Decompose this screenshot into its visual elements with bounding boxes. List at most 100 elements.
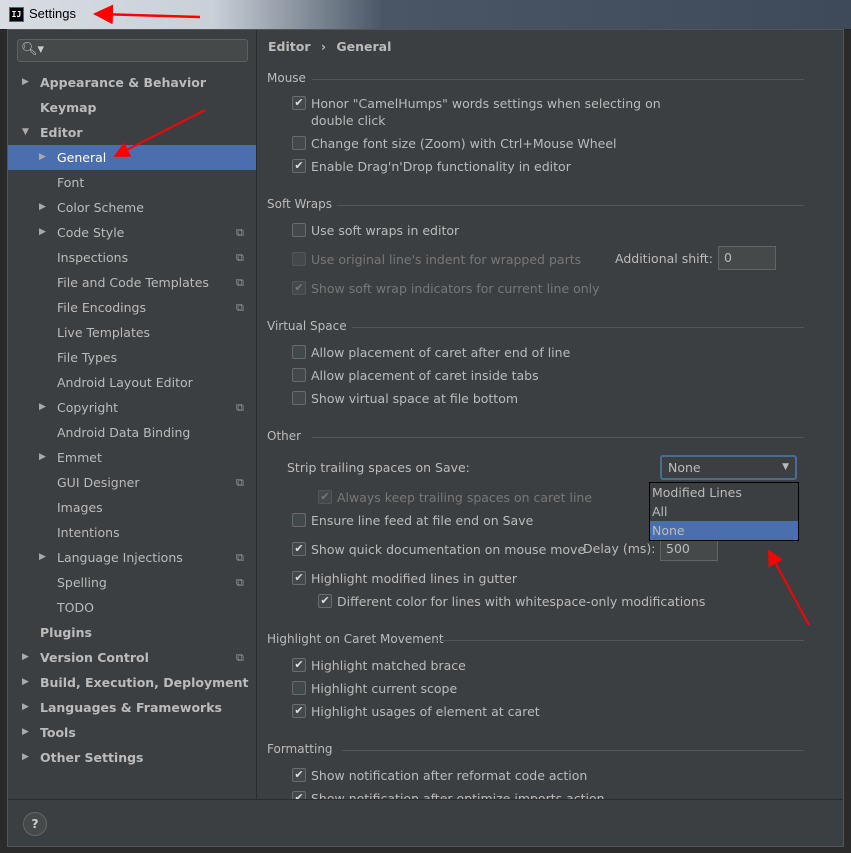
collapsed-arrow-icon[interactable]: ▶: [39, 545, 46, 570]
sidebar-item-todo[interactable]: TODO: [8, 595, 256, 620]
search-icon: 🔍︎▾: [21, 42, 45, 57]
checkbox-checked[interactable]: ✔: [318, 594, 332, 608]
sidebar-item-label: Tools: [40, 725, 76, 740]
sidebar-item-file-and-code-templates[interactable]: File and Code Templates ⧉: [8, 270, 256, 295]
expanded-arrow-icon[interactable]: ▼: [22, 120, 29, 145]
sidebar-item-label: Copyright: [57, 400, 119, 415]
option-label: Highlight usages of element at caret: [311, 704, 540, 719]
project-settings-icon: ⧉: [236, 651, 244, 664]
section-divider: [352, 327, 804, 328]
checkbox-unchecked[interactable]: [292, 345, 306, 359]
checkbox-checked[interactable]: ✔: [292, 791, 306, 799]
option-label: Highlight modified lines in gutter: [311, 571, 518, 586]
checkbox-checked[interactable]: ✔: [292, 658, 306, 672]
bottom-bar: ?: [8, 799, 843, 846]
checkbox-unchecked[interactable]: [292, 368, 306, 382]
checkbox-checked[interactable]: ✔: [292, 281, 306, 295]
sidebar-item-font[interactable]: Font: [8, 170, 256, 195]
checkbox-unchecked[interactable]: [292, 136, 306, 150]
checkbox-unchecked[interactable]: [292, 391, 306, 405]
project-settings-icon: ⧉: [236, 551, 244, 564]
section-soft-wraps: Soft Wraps: [267, 197, 332, 211]
collapsed-arrow-icon[interactable]: ▶: [39, 395, 46, 420]
section-divider: [337, 205, 804, 206]
sidebar-item-inspections[interactable]: Inspections ⧉: [8, 245, 256, 270]
sidebar-item-android-layout-editor[interactable]: Android Layout Editor: [8, 370, 256, 395]
checkbox-unchecked[interactable]: [292, 681, 306, 695]
collapsed-arrow-icon[interactable]: ▶: [22, 70, 29, 95]
additional-shift-input[interactable]: 0: [718, 246, 776, 270]
checkbox-unchecked[interactable]: [292, 513, 306, 527]
collapsed-arrow-icon[interactable]: ▶: [22, 670, 29, 695]
sidebar-item-label: Plugins: [40, 625, 92, 640]
sidebar-item-version-control[interactable]: ▶ Version Control ⧉: [8, 645, 256, 670]
checkbox-checked[interactable]: ✔: [292, 768, 306, 782]
sidebar-item-gui-designer[interactable]: GUI Designer ⧉: [8, 470, 256, 495]
sidebar-item-label: Intentions: [57, 525, 120, 540]
sidebar-item-label: File and Code Templates: [57, 275, 209, 290]
option-label: Allow placement of caret inside tabs: [311, 368, 539, 383]
sidebar-item-android-data-binding[interactable]: Android Data Binding: [8, 420, 256, 445]
sidebar-item-tools[interactable]: ▶ Tools: [8, 720, 256, 745]
collapsed-arrow-icon[interactable]: ▶: [39, 145, 46, 170]
dropdown-option-none[interactable]: None: [650, 521, 798, 540]
collapsed-arrow-icon[interactable]: ▶: [39, 195, 46, 220]
sidebar-item-plugins[interactable]: Plugins: [8, 620, 256, 645]
sidebar-item-file-types[interactable]: File Types: [8, 345, 256, 370]
option-label: Change font size (Zoom) with Ctrl+Mouse …: [311, 136, 617, 151]
section-virtual-space: Virtual Space: [267, 319, 347, 333]
sidebar-item-languages-frameworks[interactable]: ▶ Languages & Frameworks: [8, 695, 256, 720]
project-settings-icon: ⧉: [236, 401, 244, 414]
section-formatting: Formatting: [267, 742, 333, 756]
sidebar-item-editor[interactable]: ▼ Editor: [8, 120, 256, 145]
checkbox-checked[interactable]: ✔: [292, 96, 306, 110]
dropdown-option-modified-lines[interactable]: Modified Lines: [650, 483, 798, 502]
collapsed-arrow-icon[interactable]: ▶: [22, 745, 29, 770]
sidebar-item-label: Emmet: [57, 450, 102, 465]
collapsed-arrow-icon[interactable]: ▶: [39, 220, 46, 245]
option-label: Allow placement of caret after end of li…: [311, 345, 571, 360]
sidebar-item-appearance-behavior[interactable]: ▶ Appearance & Behavior: [8, 70, 256, 95]
help-button[interactable]: ?: [23, 812, 47, 836]
sidebar-item-intentions[interactable]: Intentions: [8, 520, 256, 545]
sidebar-item-label: Build, Execution, Deployment: [40, 675, 249, 690]
sidebar-item-keymap[interactable]: Keymap: [8, 95, 256, 120]
project-settings-icon: ⧉: [236, 576, 244, 589]
checkbox-checked[interactable]: ✔: [292, 571, 306, 585]
search-input[interactable]: 🔍︎▾: [17, 39, 248, 62]
checkbox-checked[interactable]: ✔: [292, 159, 306, 173]
sidebar-item-other-settings[interactable]: ▶ Other Settings: [8, 745, 256, 770]
checkbox-checked[interactable]: ✔: [318, 490, 332, 504]
strip-trailing-combo[interactable]: None ▼: [660, 455, 797, 480]
dropdown-option-all[interactable]: All: [650, 502, 798, 521]
sidebar-item-color-scheme[interactable]: ▶ Color Scheme: [8, 195, 256, 220]
sidebar-item-code-style[interactable]: ▶ Code Style ⧉: [8, 220, 256, 245]
sidebar-item-language-injections[interactable]: ▶ Language Injections ⧉: [8, 545, 256, 570]
option-label: Show virtual space at file bottom: [311, 391, 519, 406]
sidebar-item-label: Editor: [40, 125, 83, 140]
checkbox-unchecked[interactable]: [292, 223, 306, 237]
sidebar-item-emmet[interactable]: ▶ Emmet: [8, 445, 256, 470]
sidebar-item-copyright[interactable]: ▶ Copyright ⧉: [8, 395, 256, 420]
checkbox-checked[interactable]: ✔: [292, 542, 306, 556]
sidebar-item-build-execution-deployment[interactable]: ▶ Build, Execution, Deployment: [8, 670, 256, 695]
sidebar-item-images[interactable]: Images: [8, 495, 256, 520]
option-label: Use soft wraps in editor: [311, 223, 460, 238]
collapsed-arrow-icon[interactable]: ▶: [39, 445, 46, 470]
checkbox-checked[interactable]: ✔: [292, 704, 306, 718]
sidebar-item-label: Font: [57, 175, 85, 190]
collapsed-arrow-icon[interactable]: ▶: [22, 720, 29, 745]
sidebar-item-general[interactable]: ▶ General: [8, 145, 256, 170]
collapsed-arrow-icon[interactable]: ▶: [22, 695, 29, 720]
checkbox-unchecked[interactable]: [292, 252, 306, 266]
collapsed-arrow-icon[interactable]: ▶: [22, 645, 29, 670]
breadcrumb-separator: ›: [320, 39, 327, 54]
title-bar: IJ Settings: [0, 0, 851, 30]
sidebar-item-label: Appearance & Behavior: [40, 75, 206, 90]
option-label-continued: double click: [311, 113, 386, 128]
sidebar-item-file-encodings[interactable]: File Encodings ⧉: [8, 295, 256, 320]
sidebar-item-spelling[interactable]: Spelling ⧉: [8, 570, 256, 595]
sidebar-item-live-templates[interactable]: Live Templates: [8, 320, 256, 345]
breadcrumb-parent[interactable]: Editor: [268, 39, 311, 54]
option-label: Use original line's indent for wrapped p…: [311, 252, 582, 267]
